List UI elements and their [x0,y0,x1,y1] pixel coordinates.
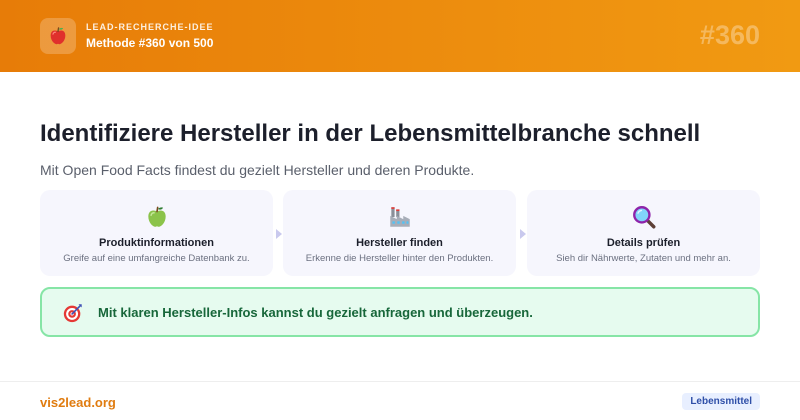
target-icon [63,304,82,323]
callout-text: Mit klaren Hersteller-Infos kannst du ge… [98,305,533,320]
feature-card-product-info: Produktinformationen Greife auf eine umf… [40,190,273,276]
card-title: Produktinformationen [99,237,214,249]
footer-divider [0,381,800,382]
card-title: Details prüfen [606,237,681,249]
apple-icon [50,27,66,45]
method-number: #360 [699,20,760,50]
green-apple-icon [147,206,166,227]
page-subtitle: Mit Open Food Facts findest du gezielt H… [40,162,475,178]
feature-card-check-details: Details prüfen Sieh dir Nährwerte, Zutat… [527,190,760,276]
card-description: Sieh dir Nährwerte, Zutaten und mehr an. [556,253,731,264]
footer-brand: vis2lead.org [40,395,116,410]
header-banner: LEAD-RECHERCHE-IDEE Methode #360 von 500… [0,0,800,72]
method-label: Methode #360 von 500 [86,36,214,50]
logo-tile [40,18,76,54]
card-description: Erkenne die Hersteller hinter den Produk… [305,253,494,264]
factory-icon [389,207,410,227]
arrow-right-icon [520,229,526,239]
callout-box: Mit klaren Hersteller-Infos kannst du ge… [40,287,760,337]
magnifier-icon [632,206,655,229]
card-title: Hersteller finden [356,237,443,249]
arrow-right-icon [276,229,282,239]
feature-card-find-manufacturer: Hersteller finden Erkenne die Hersteller… [283,190,516,276]
category-tag: Lebensmittel [682,393,760,410]
page-title: Identifiziere Hersteller in der Lebensmi… [40,120,701,147]
card-description: Greife auf eine umfangreiche Datenbank z… [63,253,250,264]
header-kicker: LEAD-RECHERCHE-IDEE [86,22,214,32]
